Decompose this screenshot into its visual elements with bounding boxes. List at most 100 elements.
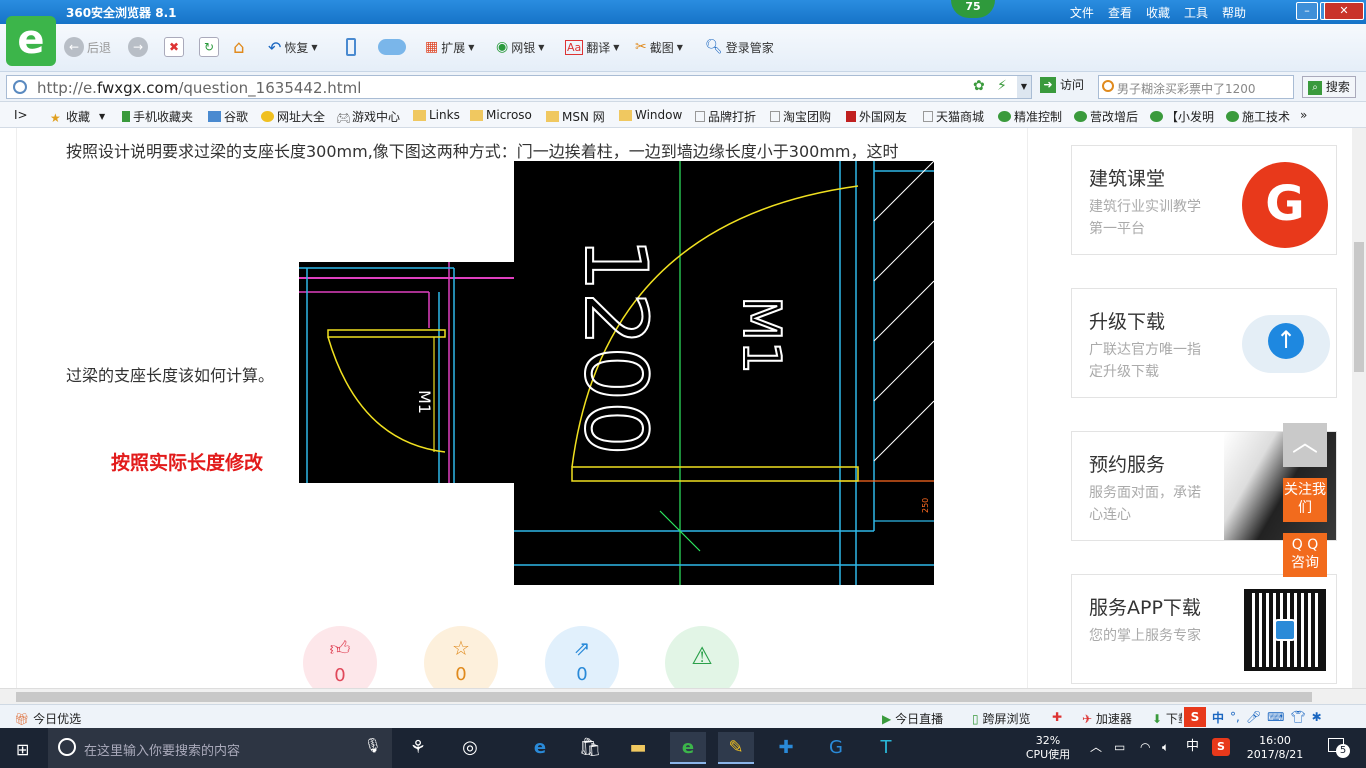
- tray-expand-icon[interactable]: ︿: [1090, 740, 1102, 754]
- home-button[interactable]: ⌂: [233, 34, 244, 60]
- like-button[interactable]: 👍︎ 0: [303, 626, 377, 688]
- cad-image-small[interactable]: M1: [299, 262, 514, 483]
- phone-icon: ▯: [972, 712, 979, 726]
- card-course[interactable]: 建筑课堂 建筑行业实训教学第一平台 G: [1071, 145, 1337, 255]
- app-circle-icon[interactable]: ◎: [452, 732, 488, 764]
- title-bar: 360安全浏览器 8.1 文件 查看 收藏 工具 帮助 – ❐ ✕: [0, 0, 1366, 24]
- mic-icon[interactable]: 🎤︎: [1246, 710, 1261, 724]
- fav-tmall[interactable]: 天猫商城: [923, 108, 984, 125]
- wifi-icon[interactable]: ◠: [1140, 740, 1150, 754]
- fav-brand[interactable]: 品牌打折: [695, 108, 756, 125]
- cloud-button[interactable]: [378, 34, 406, 60]
- cpu-usage[interactable]: 32% CPU使用: [1022, 734, 1074, 762]
- extend-label: 扩展: [441, 40, 466, 55]
- menu-tools[interactable]: 工具: [1184, 4, 1208, 21]
- extend-button[interactable]: ▦ 扩展 ▼: [425, 34, 474, 60]
- refresh-button[interactable]: ↻: [199, 34, 219, 60]
- notification-center-button[interactable]: 5: [1326, 738, 1350, 758]
- live-button[interactable]: ▶ 今日直播: [882, 710, 943, 727]
- menu-view[interactable]: 查看: [1108, 4, 1132, 21]
- today-pick-button[interactable]: 🎁︎ 今日优选: [14, 710, 81, 727]
- notes-app-icon[interactable]: ✎: [718, 732, 754, 764]
- sidebar-toggle-icon[interactable]: I>: [14, 108, 28, 122]
- fav-links[interactable]: Links: [413, 108, 460, 122]
- app-plus-icon[interactable]: ✚: [768, 732, 804, 764]
- menu-help[interactable]: 帮助: [1222, 4, 1246, 21]
- fav-collect[interactable]: ★ 收藏 ▼: [50, 108, 105, 125]
- fav-tax[interactable]: 营改增后: [1074, 108, 1138, 125]
- follow-us-button[interactable]: 关注我们: [1283, 478, 1327, 522]
- lightning-icon[interactable]: ⚡: [997, 78, 1007, 94]
- taskbar-search-box[interactable]: 在这里输入你要搜索的内容 🎙︎: [48, 728, 392, 768]
- start-button[interactable]: ⊞: [0, 728, 48, 768]
- sogou-tray-icon[interactable]: S: [1212, 738, 1230, 756]
- screenshot-button[interactable]: ✂ 截图 ▼: [635, 34, 683, 60]
- sogou-icon[interactable]: S: [1184, 707, 1206, 727]
- fav-construction[interactable]: 施工技术: [1226, 108, 1290, 125]
- visit-button[interactable]: ➜ 访问: [1040, 76, 1084, 93]
- keyboard-icon[interactable]: ⌨: [1267, 710, 1284, 724]
- fav-google[interactable]: 谷歌: [208, 108, 248, 125]
- cad-image-large[interactable]: 1200 M1 250: [514, 161, 934, 585]
- back-to-top-button[interactable]: ︿: [1283, 423, 1327, 467]
- netbank-button[interactable]: ◉ 网银 ▼: [496, 34, 544, 60]
- cross-screen-button[interactable]: ▯ 跨屏浏览: [972, 710, 1030, 727]
- qq-consult-button[interactable]: Q Q 咨询: [1283, 533, 1327, 577]
- close-window-button[interactable]: ✕: [1324, 2, 1364, 20]
- url-field[interactable]: http://e.fwxgx.com/question_1635442.html…: [6, 75, 1032, 99]
- login-manager-button[interactable]: 🔍︎ 登录管家: [705, 34, 774, 60]
- scroll-thumb[interactable]: [16, 692, 1312, 702]
- favorite-button[interactable]: ☆ 0: [424, 626, 498, 688]
- ime-indicator[interactable]: 中: [1186, 740, 1199, 754]
- edge-icon[interactable]: e: [522, 732, 558, 764]
- back-button[interactable]: ← 后退: [64, 34, 111, 60]
- stop-button[interactable]: ✖: [164, 34, 184, 60]
- fav-games[interactable]: 🎮︎ 游戏中心: [336, 108, 400, 125]
- speed-icon[interactable]: ✿: [973, 78, 985, 94]
- menu-file[interactable]: 文件: [1070, 4, 1094, 21]
- report-button[interactable]: ⚠: [665, 626, 739, 688]
- key-icon: 🔍︎: [705, 39, 723, 55]
- fav-sites[interactable]: 网址大全: [261, 108, 325, 125]
- translate-button[interactable]: Aa 翻译 ▼: [565, 34, 619, 60]
- skin-icon[interactable]: 👕︎: [1290, 710, 1305, 724]
- ime-chinese-icon[interactable]: 中: [1212, 709, 1224, 726]
- share-button[interactable]: ⇗ 0: [545, 626, 619, 688]
- fav-invention[interactable]: 【小发明: [1150, 108, 1214, 125]
- app-t-icon[interactable]: T: [868, 732, 904, 764]
- fav-msn[interactable]: MSN 网: [546, 108, 605, 125]
- search-button[interactable]: ⌕ 搜索: [1302, 76, 1356, 98]
- fav-microsoft[interactable]: Microso: [470, 108, 532, 122]
- fav-precise[interactable]: 精准控制: [998, 108, 1062, 125]
- fav-taobao[interactable]: 淘宝团购: [770, 108, 831, 125]
- clock[interactable]: 16:00 2017/8/21: [1240, 734, 1310, 762]
- plugin-icon[interactable]: ✚: [1052, 710, 1062, 724]
- fav-foreign[interactable]: 外国网友: [846, 108, 907, 125]
- browser-360-icon[interactable]: e: [670, 732, 706, 764]
- search-input[interactable]: 男子糊涂买彩票中了1200: [1098, 75, 1294, 99]
- url-dropdown-icon[interactable]: ▼: [1017, 76, 1031, 98]
- battery-icon[interactable]: ▭: [1114, 740, 1125, 754]
- vertical-scrollbar[interactable]: [1352, 128, 1366, 688]
- mobile-button[interactable]: [346, 34, 356, 60]
- accelerator-button[interactable]: ✈ 加速器: [1082, 710, 1132, 727]
- horizontal-scrollbar[interactable]: [0, 688, 1366, 704]
- favorites-overflow-icon[interactable]: »: [1300, 108, 1307, 122]
- punctuation-icon[interactable]: °,: [1230, 710, 1240, 724]
- minimize-button[interactable]: –: [1296, 2, 1318, 20]
- wechat-icon: [1150, 111, 1163, 122]
- menu-favorites[interactable]: 收藏: [1146, 4, 1170, 21]
- card-app-download[interactable]: 服务APP下载 您的掌上服务专家: [1071, 574, 1337, 684]
- file-explorer-icon[interactable]: ▬: [620, 732, 656, 764]
- fav-windows[interactable]: Window: [619, 108, 682, 122]
- forward-button[interactable]: →: [128, 34, 148, 60]
- card-upgrade[interactable]: 升级下载 广联达官方唯一指定升级下载 ↑: [1071, 288, 1337, 398]
- restore-tab-button[interactable]: ↶ 恢复 ▼: [268, 34, 318, 60]
- glodon-icon[interactable]: G: [818, 732, 854, 764]
- task-view-icon[interactable]: ⚘: [400, 732, 436, 764]
- tools-icon[interactable]: ✱: [1312, 710, 1322, 724]
- fav-mobile[interactable]: 手机收藏夹: [122, 108, 193, 125]
- volume-icon[interactable]: 🔈︎: [1162, 740, 1169, 754]
- scroll-thumb[interactable]: [1354, 242, 1364, 372]
- store-icon[interactable]: 🛍︎: [572, 732, 608, 764]
